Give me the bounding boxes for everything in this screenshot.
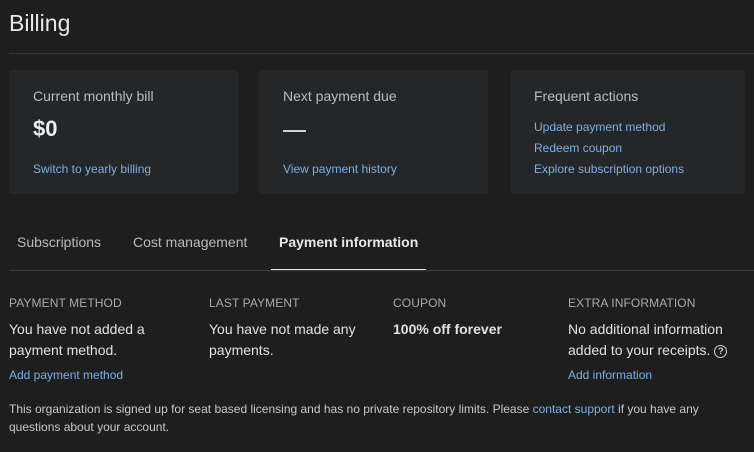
payment-method-heading: PAYMENT METHOD xyxy=(9,296,122,310)
tabs-divider xyxy=(9,270,754,271)
current-bill-amount: $0 xyxy=(33,116,58,141)
coupon-text: 100% off forever xyxy=(393,321,502,337)
extra-information-section: EXTRA INFORMATION No additional informat… xyxy=(568,297,743,382)
tab-subscriptions[interactable]: Subscriptions xyxy=(17,220,101,270)
frequent-actions-label: Frequent actions xyxy=(534,88,639,104)
explore-subscription-options-link[interactable]: Explore subscription options xyxy=(534,162,721,176)
contact-support-link[interactable]: contact support xyxy=(533,402,615,416)
update-payment-method-link[interactable]: Update payment method xyxy=(534,120,721,134)
question-circle-icon[interactable]: ? xyxy=(714,345,728,358)
add-payment-method-link[interactable]: Add payment method xyxy=(9,368,189,382)
extra-information-text: No additional information added to your … xyxy=(568,321,723,358)
extra-information-heading: EXTRA INFORMATION xyxy=(568,296,696,310)
frequent-actions-card: Frequent actions Update payment method R… xyxy=(510,70,745,194)
page-title: Billing xyxy=(9,10,71,36)
switch-yearly-link[interactable]: Switch to yearly billing xyxy=(33,162,151,176)
coupon-section: COUPON 100% off forever xyxy=(393,297,553,340)
view-payment-history-link[interactable]: View payment history xyxy=(283,162,397,176)
tab-cost-management[interactable]: Cost management xyxy=(133,220,247,270)
last-payment-heading: LAST PAYMENT xyxy=(209,296,300,310)
next-payment-card: Next payment due View payment history xyxy=(259,70,488,194)
extra-information-body: No additional information added to your … xyxy=(568,319,743,361)
title-divider xyxy=(9,53,754,54)
last-payment-text: You have not made any payments. xyxy=(209,321,356,358)
next-payment-empty-dash xyxy=(283,130,306,132)
redeem-coupon-link[interactable]: Redeem coupon xyxy=(534,141,721,155)
current-bill-card: Current monthly bill $0 Switch to yearly… xyxy=(9,70,238,194)
licensing-note-text: This organization is signed up for seat … xyxy=(9,402,533,416)
tab-payment-information[interactable]: Payment information xyxy=(279,220,418,270)
billing-tabs: Subscriptions Cost management Payment in… xyxy=(9,220,754,271)
licensing-note: This organization is signed up for seat … xyxy=(9,400,729,436)
coupon-heading: COUPON xyxy=(393,296,447,310)
last-payment-section: LAST PAYMENT You have not made any payme… xyxy=(209,297,379,361)
current-bill-label: Current monthly bill xyxy=(33,88,154,104)
add-information-link[interactable]: Add information xyxy=(568,368,743,382)
payment-method-text: You have not added a payment method. xyxy=(9,321,145,358)
payment-method-section: PAYMENT METHOD You have not added a paym… xyxy=(9,296,189,383)
next-payment-label: Next payment due xyxy=(283,88,397,104)
